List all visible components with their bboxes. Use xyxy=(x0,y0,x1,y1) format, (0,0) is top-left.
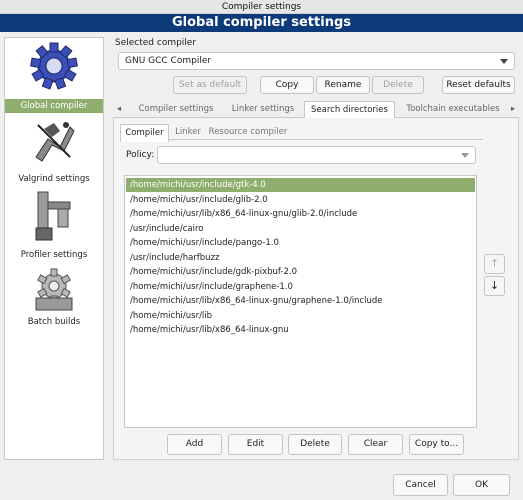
subtab-linker[interactable]: Linker xyxy=(170,124,206,140)
move-up-button[interactable]: ↑ xyxy=(484,254,505,274)
copy-to-button[interactable]: Copy to... xyxy=(409,434,464,455)
valgrind-icon xyxy=(35,122,75,162)
batch-builds-icon xyxy=(35,268,73,311)
compiler-select[interactable]: GNU GCC Compiler xyxy=(118,52,515,70)
sidebar-item-label: Batch builds xyxy=(27,317,81,327)
gear-icon xyxy=(30,42,78,90)
sidebar-item-batch-builds[interactable]: Batch builds xyxy=(5,264,103,336)
directory-list[interactable]: /home/michi/usr/include/gtk-4.0 /home/mi… xyxy=(124,175,477,428)
list-item[interactable]: /usr/include/harfbuzz xyxy=(126,251,475,265)
sidebar-item-label: Global compiler settings xyxy=(5,99,103,125)
settings-tabs: ◂ Compiler settings Linker settings Sear… xyxy=(113,101,519,120)
chevron-down-icon xyxy=(461,153,469,158)
delete-compiler-button[interactable]: Delete xyxy=(372,76,424,94)
tab-scroll-right-icon[interactable]: ▸ xyxy=(507,101,519,118)
cancel-button[interactable]: Cancel xyxy=(393,474,448,496)
window-title: Compiler settings xyxy=(0,0,523,14)
copy-compiler-button[interactable]: Copy xyxy=(260,76,314,94)
list-item[interactable]: /home/michi/usr/lib/x86_64-linux-gnu xyxy=(126,323,475,337)
list-item[interactable]: /home/michi/usr/lib xyxy=(126,309,475,323)
directory-subtabs: Compiler Linker Resource compiler xyxy=(120,124,483,142)
list-item[interactable]: /home/michi/usr/include/graphene-1.0 xyxy=(126,280,475,294)
subtab-compiler[interactable]: Compiler xyxy=(120,124,169,142)
sidebar-item-global-compiler[interactable]: Global compiler settings xyxy=(5,38,103,125)
rename-compiler-button[interactable]: Rename xyxy=(316,76,370,94)
chevron-down-icon xyxy=(500,59,508,64)
delete-directory-button[interactable]: Delete xyxy=(288,434,342,455)
profiler-icon xyxy=(35,191,71,241)
sidebar: Global compiler settings Valgrind settin… xyxy=(4,37,104,460)
list-item[interactable]: /home/michi/usr/lib/x86_64-linux-gnu/gli… xyxy=(126,207,475,221)
sidebar-item-profiler[interactable]: Profiler settings xyxy=(5,190,103,262)
tab-compiler-settings[interactable]: Compiler settings xyxy=(135,101,217,118)
list-item[interactable]: /home/michi/usr/include/gdk-pixbuf-2.0 xyxy=(126,265,475,279)
tab-toolchain-executables[interactable]: Toolchain executables xyxy=(399,101,507,118)
sidebar-item-label: Profiler settings xyxy=(20,250,88,260)
list-item[interactable]: /home/michi/usr/lib/x86_64-linux-gnu/gra… xyxy=(126,294,475,308)
selected-compiler-label: Selected compiler xyxy=(115,38,197,48)
move-down-button[interactable]: ↓ xyxy=(484,276,505,296)
list-item[interactable]: /home/michi/usr/include/glib-2.0 xyxy=(126,193,475,207)
reset-defaults-button[interactable]: Reset defaults xyxy=(442,76,515,94)
edit-directory-button[interactable]: Edit xyxy=(228,434,283,455)
tab-scroll-left-icon[interactable]: ◂ xyxy=(113,101,125,118)
sidebar-item-label: Valgrind settings xyxy=(18,174,90,184)
set-default-button[interactable]: Set as default xyxy=(173,76,247,94)
compiler-select-value: GNU GCC Compiler xyxy=(125,56,212,66)
policy-label: Policy: xyxy=(126,150,155,160)
sidebar-item-valgrind[interactable]: Valgrind settings xyxy=(5,116,103,188)
list-item[interactable]: /home/michi/usr/include/pango-1.0 xyxy=(126,236,475,250)
list-item[interactable]: /usr/include/cairo xyxy=(126,222,475,236)
clear-directories-button[interactable]: Clear xyxy=(348,434,403,455)
subtab-resource-compiler[interactable]: Resource compiler xyxy=(208,124,288,140)
ok-button[interactable]: OK xyxy=(453,474,510,496)
list-item[interactable]: /home/michi/usr/include/gtk-4.0 xyxy=(126,178,475,192)
policy-select[interactable] xyxy=(157,146,476,164)
add-directory-button[interactable]: Add xyxy=(167,434,222,455)
tab-linker-settings[interactable]: Linker settings xyxy=(223,101,303,118)
page-banner: Global compiler settings xyxy=(0,14,523,32)
